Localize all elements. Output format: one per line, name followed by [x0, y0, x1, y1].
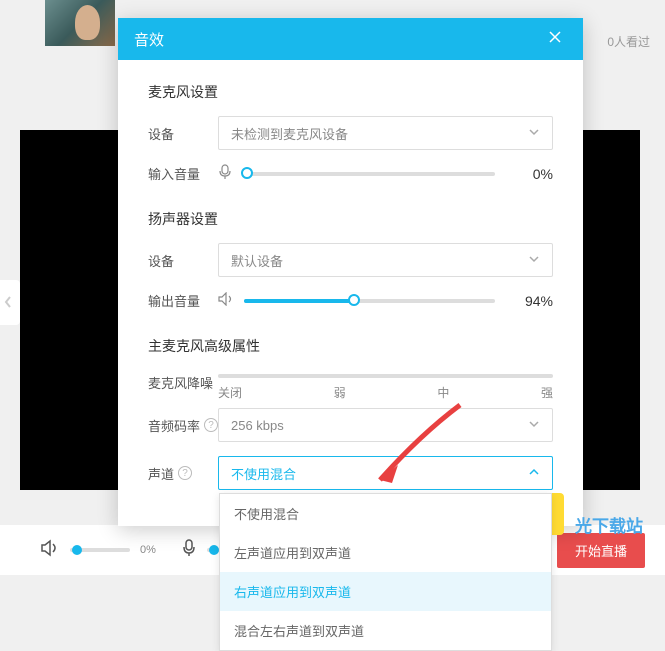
- mic-device-value: 未检测到麦克风设备: [231, 124, 348, 143]
- mic-device-label: 设备: [148, 124, 218, 143]
- channel-option-right[interactable]: 右声道应用到双声道: [220, 572, 551, 611]
- speaker-device-value: 默认设备: [231, 251, 283, 270]
- viewers-count: 0人看过: [607, 33, 650, 50]
- tick-mid: 中: [437, 384, 449, 401]
- speaker-device-select[interactable]: 默认设备: [218, 243, 553, 277]
- go-live-button[interactable]: 开始直播: [557, 533, 645, 568]
- chevron-down-icon: [528, 253, 540, 268]
- chevron-down-icon: [528, 418, 540, 433]
- chevron-down-icon: [528, 126, 540, 141]
- speaker-volume-icon: [218, 292, 234, 309]
- help-icon[interactable]: ?: [204, 418, 218, 432]
- speaker-device-label: 设备: [148, 251, 218, 270]
- input-volume-value: 0%: [511, 166, 553, 182]
- input-volume-label: 输入音量: [148, 164, 218, 183]
- tick-off: 关闭: [218, 384, 242, 401]
- channel-option-left[interactable]: 左声道应用到双声道: [220, 533, 551, 572]
- mic-section-title: 麦克风设置: [148, 82, 553, 102]
- help-icon[interactable]: ?: [178, 466, 192, 480]
- channel-select[interactable]: 不使用混合 不使用混合 左声道应用到双声道 右声道应用到双声道 混合左右声道到双…: [218, 456, 553, 490]
- video-thumbnail: [45, 0, 115, 46]
- modal-title: 音效: [134, 29, 543, 50]
- bitrate-select[interactable]: 256 kbps: [218, 408, 553, 442]
- noise-reduce-label: 麦克风降噪: [148, 373, 218, 392]
- input-volume-slider[interactable]: [242, 172, 495, 176]
- bitrate-label: 音频码率 ?: [148, 416, 218, 435]
- speaker-mini-pct: 0%: [140, 544, 156, 556]
- channel-value: 不使用混合: [231, 464, 296, 483]
- close-button[interactable]: [543, 25, 567, 54]
- advanced-section-title: 主麦克风高级属性: [148, 336, 553, 356]
- speaker-icon[interactable]: [40, 539, 60, 562]
- channel-dropdown: 不使用混合 左声道应用到双声道 右声道应用到双声道 混合左右声道到双声道: [219, 493, 552, 651]
- mic-icon[interactable]: [181, 539, 197, 562]
- output-volume-label: 输出音量: [148, 291, 218, 310]
- close-icon: [547, 29, 563, 45]
- channel-option-none[interactable]: 不使用混合: [220, 494, 551, 533]
- bitrate-value: 256 kbps: [231, 418, 284, 433]
- speaker-mini-slider[interactable]: [70, 548, 130, 552]
- channel-label: 声道 ?: [148, 464, 218, 483]
- mic-volume-icon: [218, 164, 232, 183]
- tick-strong: 强: [541, 384, 553, 401]
- noise-reduce-slider[interactable]: 关闭 弱 中 强: [218, 370, 553, 394]
- chevron-left-icon: [2, 294, 14, 310]
- output-volume-slider[interactable]: [244, 299, 495, 303]
- sound-effects-modal: 音效 麦克风设置 设备 未检测到麦克风设备 输入音量 0: [118, 18, 583, 526]
- mic-device-select[interactable]: 未检测到麦克风设备: [218, 116, 553, 150]
- output-volume-value: 94%: [511, 293, 553, 309]
- tick-weak: 弱: [334, 384, 346, 401]
- speaker-section-title: 扬声器设置: [148, 209, 553, 229]
- modal-header: 音效: [118, 18, 583, 60]
- channel-option-mix[interactable]: 混合左右声道到双声道: [220, 611, 551, 650]
- chevron-up-icon: [528, 466, 540, 481]
- side-collapse-handle[interactable]: [0, 280, 20, 325]
